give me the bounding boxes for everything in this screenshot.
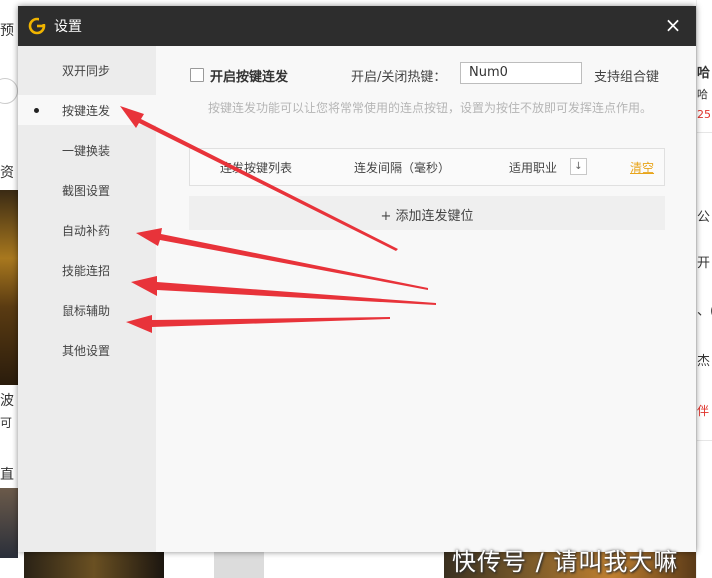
app-logo-icon <box>28 17 46 35</box>
enable-key-repeat-label: 开启按键连发 <box>210 70 289 85</box>
settings-dialog: 设置 × 双开同步 按键连发 一键换装 截图设置 自动补药 技能连招 鼠标辅助 … <box>18 6 696 552</box>
sidebar-item-label: 一键换装 <box>62 144 111 158</box>
watermark-text: 快传号 / 请叫我大嘛 <box>452 548 679 576</box>
key-list-table-header: 连发按键列表 连发间隔（毫秒） 适用职业 ↓ 清空 <box>189 148 665 186</box>
sort-down-icon[interactable]: ↓ <box>570 158 587 175</box>
bg-game-thumbnail <box>24 552 164 578</box>
bg-text: 直 <box>0 467 14 483</box>
bg-divider <box>697 132 712 133</box>
dialog-title: 设置 <box>54 19 82 35</box>
sidebar-item-label: 其他设置 <box>62 344 111 358</box>
bg-text: 公 <box>697 210 711 225</box>
bg-text: 资 <box>0 165 14 181</box>
sidebar-item-key-repeat[interactable]: 按键连发 <box>18 95 156 125</box>
sidebar-item-quick-equip[interactable]: 一键换装 <box>18 135 156 165</box>
bg-text: 哈 <box>697 66 711 81</box>
add-key-button[interactable]: + 添加连发键位 <box>189 196 665 230</box>
sidebar-item-label: 鼠标辅助 <box>62 304 111 318</box>
settings-sidebar: 双开同步 按键连发 一键换装 截图设置 自动补药 技能连招 鼠标辅助 其他设置 <box>18 46 156 552</box>
background-right-strip: 哈 哈 25 公 开 、( 杰 伴 <box>696 0 712 578</box>
bg-text: 哈 <box>697 88 708 101</box>
feature-description: 按键连发功能可以让您将常常使用的连点按钮，设置为按住不放即可发挥连点作用。 <box>208 101 653 115</box>
bg-text: 伴 <box>697 404 710 418</box>
active-bullet-icon <box>34 108 39 113</box>
bg-text: 预 <box>0 23 14 39</box>
bg-thumbnail <box>214 552 264 578</box>
hotkey-label: 开启/关闭热键： <box>351 70 447 85</box>
sidebar-item-label: 双开同步 <box>62 64 111 78</box>
bg-divider <box>697 440 712 441</box>
sidebar-item-mouse-assist[interactable]: 鼠标辅助 <box>18 295 156 325</box>
bg-text: 杰 <box>697 354 711 369</box>
clear-link[interactable]: 清空 <box>630 159 654 176</box>
bg-text: 、( <box>697 304 712 319</box>
bg-video-thumbnail <box>0 488 18 558</box>
combo-key-label: 支持组合键 <box>594 70 660 85</box>
enable-key-repeat-checkbox[interactable] <box>190 68 204 82</box>
add-key-button-label: + 添加连发键位 <box>380 209 474 224</box>
bg-text: 开 <box>697 256 711 271</box>
sidebar-item-label: 截图设置 <box>62 184 111 198</box>
sidebar-item-auto-potion[interactable]: 自动补药 <box>18 215 156 245</box>
sidebar-item-label: 按键连发 <box>62 104 111 118</box>
bg-text: 25 <box>697 108 711 121</box>
sidebar-item-dual-sync[interactable]: 双开同步 <box>18 55 156 85</box>
sidebar-item-screenshot[interactable]: 截图设置 <box>18 175 156 205</box>
bg-game-thumbnail <box>0 190 18 385</box>
column-interval: 连发间隔（毫秒） <box>354 161 451 175</box>
bg-text: 波 <box>0 393 14 409</box>
sidebar-item-label: 自动补药 <box>62 224 111 238</box>
close-icon[interactable]: × <box>662 14 684 36</box>
column-profession: 适用职业 <box>509 161 558 175</box>
bg-text: 可 <box>0 416 13 430</box>
column-key-list: 连发按键列表 <box>220 161 293 175</box>
hotkey-input[interactable]: Num0 <box>460 62 582 84</box>
sidebar-item-other[interactable]: 其他设置 <box>18 335 156 365</box>
dialog-titlebar: 设置 × <box>18 6 696 46</box>
settings-content: 开启按键连发 开启/关闭热键： Num0 支持组合键 按键连发功能可以让您将常常… <box>156 46 696 552</box>
sidebar-item-label: 技能连招 <box>62 264 111 278</box>
sidebar-item-skill-combo[interactable]: 技能连招 <box>18 255 156 285</box>
